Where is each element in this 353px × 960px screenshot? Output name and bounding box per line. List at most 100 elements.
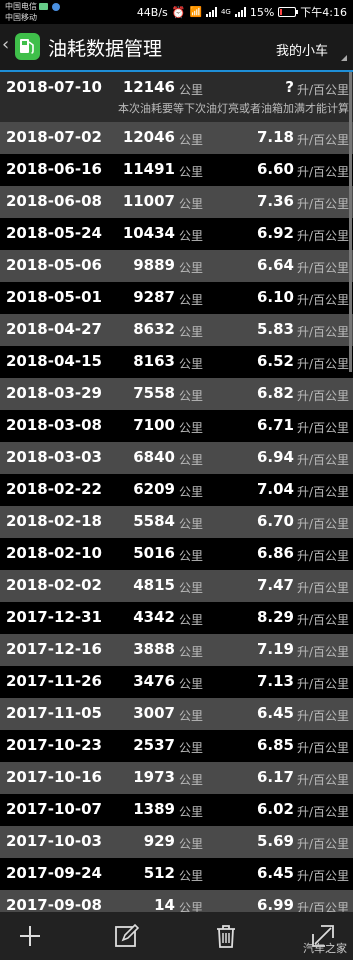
entry-date: 2017-09-08 — [6, 896, 102, 912]
list-item[interactable]: 2018-03-08 7100 公里 6.71 升/百公里 — [0, 410, 353, 442]
consumption-unit: 升/百公里 — [297, 83, 350, 97]
entry-consumption: 6.70 — [256, 512, 294, 530]
list-item[interactable]: 2018-02-10 5016 公里 6.86 升/百公里 — [0, 538, 353, 570]
odometer-unit: 公里 — [179, 549, 204, 563]
list-item-pending[interactable]: 2018-07-10 12146 公里 ? 升/百公里 本次油耗要等下次油灯亮或… — [0, 72, 353, 122]
odometer-unit: 公里 — [179, 261, 204, 275]
list-item[interactable]: 2017-09-24 512 公里 6.45 升/百公里 — [0, 858, 353, 890]
add-button[interactable] — [16, 922, 44, 950]
odometer-unit: 公里 — [179, 485, 204, 499]
delete-button[interactable] — [212, 922, 240, 950]
list-item[interactable]: 2018-04-15 8163 公里 6.52 升/百公里 — [0, 346, 353, 378]
entry-odometer: 8632 — [133, 320, 175, 338]
car-selector[interactable]: 我的小车 — [268, 36, 350, 62]
entry-consumption: 6.92 — [256, 224, 294, 242]
list-item[interactable]: 2018-05-06 9889 公里 6.64 升/百公里 — [0, 250, 353, 282]
entry-odometer: 2537 — [133, 736, 175, 754]
entry-odometer: 7558 — [133, 384, 175, 402]
odometer-unit: 公里 — [179, 293, 204, 307]
consumption-unit: 升/百公里 — [297, 581, 350, 595]
odometer-unit: 公里 — [179, 229, 204, 243]
list-item[interactable]: 2018-05-24 10434 公里 6.92 升/百公里 — [0, 218, 353, 250]
clock: 下午4:16 — [300, 6, 347, 19]
consumption-unit: 升/百公里 — [297, 805, 350, 819]
entry-date: 2018-03-08 — [6, 416, 102, 434]
list-item[interactable]: 2017-10-23 2537 公里 6.85 升/百公里 — [0, 730, 353, 762]
entry-odometer: 4815 — [133, 576, 175, 594]
consumption-unit: 升/百公里 — [297, 325, 350, 339]
entry-consumption: 7.36 — [256, 192, 294, 210]
consumption-unit: 升/百公里 — [297, 741, 350, 755]
entry-odometer: 7100 — [133, 416, 175, 434]
entry-consumption: 6.60 — [256, 160, 294, 178]
entry-odometer: 11007 — [122, 192, 175, 210]
edit-button[interactable] — [113, 922, 141, 950]
entry-date: 2017-09-24 — [6, 864, 102, 882]
list-item[interactable]: 2017-10-16 1973 公里 6.17 升/百公里 — [0, 762, 353, 794]
carrier-info: 中国电信 中国移动 — [5, 1, 60, 23]
consumption-unit: 升/百公里 — [297, 197, 350, 211]
consumption-unit: 升/百公里 — [297, 165, 350, 179]
page-title: 油耗数据管理 — [48, 38, 163, 60]
list-item[interactable]: 2017-10-03 929 公里 5.69 升/百公里 — [0, 826, 353, 858]
entry-consumption: 8.29 — [256, 608, 294, 626]
entry-date: 2018-02-02 — [6, 576, 102, 594]
fuel-record-list[interactable]: 2018-07-10 12146 公里 ? 升/百公里 本次油耗要等下次油灯亮或… — [0, 72, 353, 912]
list-item[interactable]: 2017-09-08 14 公里 6.99 升/百公里 — [0, 890, 353, 912]
list-item[interactable]: 2018-05-01 9287 公里 6.10 升/百公里 — [0, 282, 353, 314]
entry-date: 2017-10-23 — [6, 736, 102, 754]
list-item[interactable]: 2018-06-08 11007 公里 7.36 升/百公里 — [0, 186, 353, 218]
fuel-pump-icon — [20, 39, 34, 54]
entry-date: 2017-11-26 — [6, 672, 102, 690]
entry-date: 2018-05-06 — [6, 256, 102, 274]
edit-icon — [115, 923, 140, 947]
entry-date: 2017-10-07 — [6, 800, 102, 818]
entry-date: 2018-07-02 — [6, 128, 102, 146]
list-item[interactable]: 2018-02-22 6209 公里 7.04 升/百公里 — [0, 474, 353, 506]
car-selector-label: 我的小车 — [276, 44, 329, 59]
entry-odometer: 512 — [143, 864, 175, 882]
list-item[interactable]: 2018-02-18 5584 公里 6.70 升/百公里 — [0, 506, 353, 538]
odometer-unit: 公里 — [179, 645, 204, 659]
consumption-unit: 升/百公里 — [297, 293, 350, 307]
list-item[interactable]: 2018-03-29 7558 公里 6.82 升/百公里 — [0, 378, 353, 410]
consumption-unit: 升/百公里 — [297, 261, 350, 275]
entry-consumption: 5.69 — [256, 832, 294, 850]
entry-consumption: 6.85 — [256, 736, 294, 754]
signal-icon — [205, 7, 217, 17]
list-item[interactable]: 2018-04-27 8632 公里 5.83 升/百公里 — [0, 314, 353, 346]
entry-consumption: 6.99 — [256, 896, 294, 912]
entry-consumption: 6.10 — [256, 288, 294, 306]
list-item[interactable]: 2018-06-16 11491 公里 6.60 升/百公里 — [0, 154, 353, 186]
entry-consumption: 6.82 — [256, 384, 294, 402]
odometer-unit: 公里 — [179, 677, 204, 691]
consumption-unit: 升/百公里 — [297, 485, 350, 499]
entry-consumption: 6.45 — [256, 864, 294, 882]
battery-fill — [280, 9, 283, 15]
list-item[interactable]: 2018-07-02 12046 公里 7.18 升/百公里 — [0, 122, 353, 154]
list-item[interactable]: 2018-03-03 6840 公里 6.94 升/百公里 — [0, 442, 353, 474]
watermark: 汽车之家 — [303, 942, 347, 955]
consumption-unit: 升/百公里 — [297, 837, 350, 851]
scrollbar[interactable] — [349, 72, 352, 372]
list-item[interactable]: 2017-11-05 3007 公里 6.45 升/百公里 — [0, 698, 353, 730]
entry-date: 2018-04-15 — [6, 352, 102, 370]
entry-consumption: 6.52 — [256, 352, 294, 370]
entry-consumption: 6.02 — [256, 800, 294, 818]
back-icon[interactable]: ‹ — [2, 34, 9, 56]
list-item[interactable]: 2017-10-07 1389 公里 6.02 升/百公里 — [0, 794, 353, 826]
list-item[interactable]: 2017-12-16 3888 公里 7.19 升/百公里 — [0, 634, 353, 666]
entry-consumption: 5.83 — [256, 320, 294, 338]
consumption-unit: 升/百公里 — [297, 709, 350, 723]
odometer-unit: 公里 — [179, 165, 204, 179]
odometer-unit: 公里 — [179, 773, 204, 787]
alarm-icon: ⏰ — [171, 5, 186, 19]
entry-odometer: 1973 — [133, 768, 175, 786]
list-item[interactable]: 2017-11-26 3476 公里 7.13 升/百公里 — [0, 666, 353, 698]
list-item[interactable]: 2018-02-02 4815 公里 7.47 升/百公里 — [0, 570, 353, 602]
network-type: 4G — [220, 8, 231, 16]
list-item[interactable]: 2017-12-31 4342 公里 8.29 升/百公里 — [0, 602, 353, 634]
pending-note: 本次油耗要等下次油灯亮或者油箱加满才能计算 — [118, 102, 349, 115]
entry-odometer: 9287 — [133, 288, 175, 306]
entry-consumption: 7.04 — [256, 480, 294, 498]
